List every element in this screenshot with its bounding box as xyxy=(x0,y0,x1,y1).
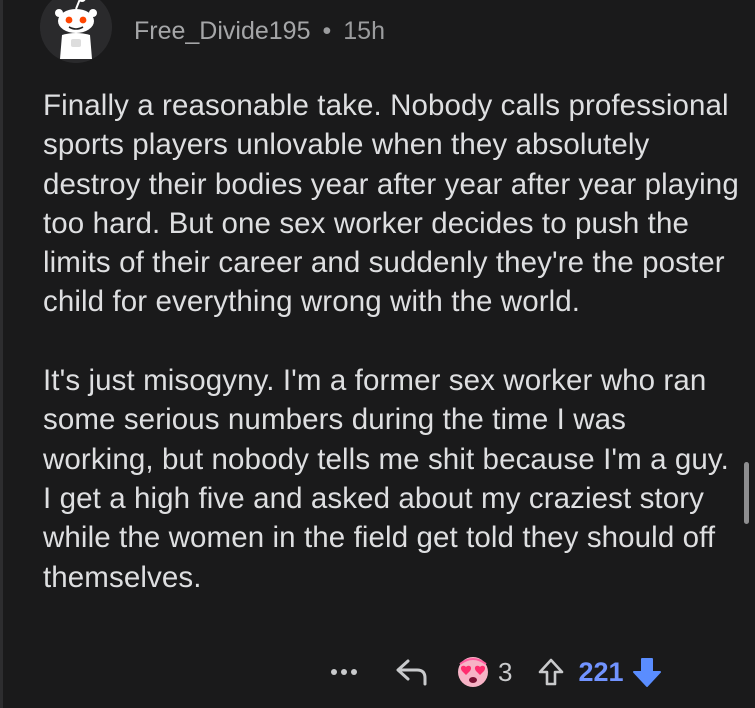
meta-separator: • xyxy=(322,16,332,45)
comment-age: 15h xyxy=(343,16,385,45)
comment-paragraph: Finally a reasonable take. Nobody calls … xyxy=(43,89,739,319)
comment-header: Free_Divide195 • 15h xyxy=(40,0,385,66)
heart-eyes-award-icon xyxy=(458,657,488,687)
comment-body: Finally a reasonable take. Nobody calls … xyxy=(43,86,743,597)
avatar[interactable] xyxy=(40,0,112,63)
ellipsis-icon xyxy=(331,669,357,675)
reply-arrow-icon xyxy=(396,659,427,686)
upvote-arrow-icon xyxy=(539,658,564,686)
vote-control: 221 xyxy=(534,650,663,694)
scrollbar-thumb[interactable] xyxy=(744,462,749,524)
author-username[interactable]: Free_Divide195 xyxy=(134,17,311,46)
thread-line xyxy=(0,0,3,708)
comment-paragraph: It's just misogyny. I'm a former sex wor… xyxy=(43,364,729,594)
downvote-button[interactable] xyxy=(630,650,664,694)
vote-score: 221 xyxy=(578,656,624,687)
downvote-arrow-icon xyxy=(632,658,661,687)
comment-meta: Free_Divide195 • 15h xyxy=(134,17,385,46)
upvote-button[interactable] xyxy=(534,650,568,694)
comment-actions: 3 221 xyxy=(322,650,664,694)
award-badge[interactable]: 3 xyxy=(456,656,512,688)
snoo-avatar-icon xyxy=(40,0,112,63)
award-count: 3 xyxy=(498,656,513,687)
reply-button[interactable] xyxy=(390,650,434,694)
more-options-button[interactable] xyxy=(322,650,366,694)
